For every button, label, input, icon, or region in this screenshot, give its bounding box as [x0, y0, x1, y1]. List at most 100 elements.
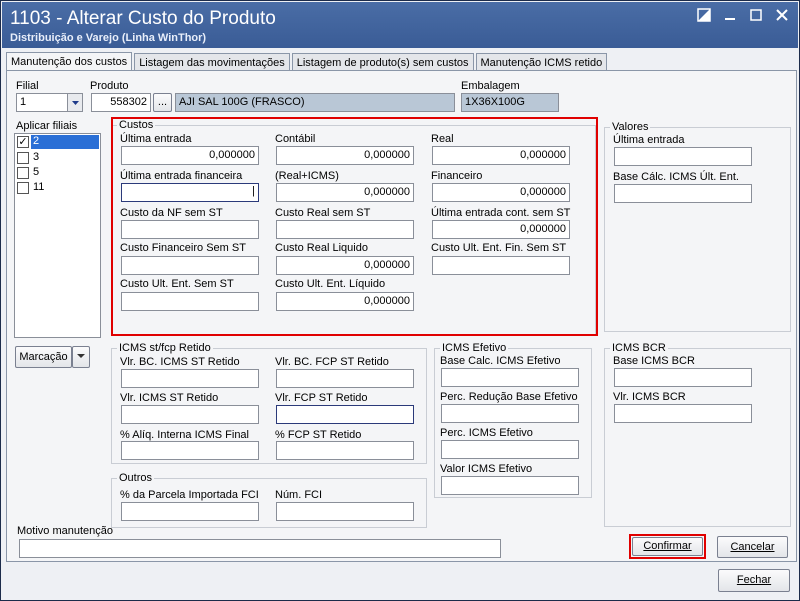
filial-item-label: 2: [31, 135, 99, 149]
produto-label: Produto: [90, 80, 129, 92]
base-calc-icms-field[interactable]: [614, 184, 752, 203]
icms-st-title: ICMS st/fcp Retido: [117, 342, 213, 354]
valores-ultima-entrada-label: Última entrada: [613, 134, 685, 146]
base-calc-efetivo-label: Base Calc. ICMS Efetivo: [440, 355, 561, 367]
filial-select[interactable]: 1: [16, 93, 83, 112]
custo-ult-ent-liquido-label: Custo Ult. Ent. Líquido: [275, 278, 386, 290]
tab-manutencao-icms-retido[interactable]: Manutenção ICMS retido: [475, 53, 608, 71]
filial-item-label: 11: [33, 181, 45, 193]
contabil-field[interactable]: 0,000000: [276, 146, 414, 165]
custo-ult-ent-sem-st-field[interactable]: [121, 292, 259, 311]
filial-item-label: 3: [33, 151, 40, 163]
vlr-bc-icms-st-label: Vlr. BC. ICMS ST Retido: [120, 356, 240, 368]
embalagem-field: 1X36X100G: [461, 93, 559, 112]
icms-efetivo-title: ICMS Efetivo: [440, 342, 509, 354]
custo-real-sem-st-label: Custo Real sem ST: [275, 207, 371, 219]
maximize-icon[interactable]: [748, 8, 764, 24]
icms-bcr-title: ICMS BCR: [610, 342, 668, 354]
custo-real-liquido-label: Custo Real Liquido: [275, 242, 368, 254]
ultima-entrada-fin-label: Última entrada financeira: [120, 170, 243, 182]
custo-real-sem-st-field[interactable]: [276, 220, 414, 239]
tab-listagem-movimentacoes[interactable]: Listagem das movimentações: [134, 53, 290, 71]
ultima-entrada-field[interactable]: 0,000000: [121, 146, 259, 165]
filial-label: Filial: [16, 80, 39, 92]
vlr-icms-st-field[interactable]: [121, 405, 259, 424]
custo-real-liquido-field[interactable]: 0,000000: [276, 256, 414, 275]
tab-manutencao-custos[interactable]: Manutenção dos custos: [6, 52, 133, 71]
financeiro-field[interactable]: 0,000000: [432, 183, 570, 202]
financeiro-label: Financeiro: [431, 170, 483, 182]
valores-ultima-entrada-field[interactable]: [614, 147, 752, 166]
list-item[interactable]: 11: [16, 181, 99, 196]
minimize-icon[interactable]: [722, 8, 738, 24]
chevron-down-icon: [77, 354, 85, 358]
valor-icms-efetivo-field[interactable]: [441, 476, 579, 495]
parcela-importada-label: % da Parcela Importada FCI: [120, 489, 259, 501]
fcp-st-label: % FCP ST Retido: [275, 429, 362, 441]
custo-ult-ent-fin-sem-st-field[interactable]: [432, 256, 570, 275]
vlr-fcp-st-label: Vlr. FCP ST Retido: [275, 392, 368, 404]
checkbox[interactable]: [17, 167, 29, 179]
filiais-list[interactable]: ✓ 2 3 5 11: [14, 133, 101, 338]
ult-entrada-cont-sem-st-field[interactable]: 0,000000: [432, 220, 570, 239]
perc-reducao-field[interactable]: [441, 404, 579, 423]
perc-icms-efetivo-field[interactable]: [441, 440, 579, 459]
tab-listagem-produtos-sem-custos[interactable]: Listagem de produto(s) sem custos: [291, 53, 474, 71]
custo-nf-sem-st-label: Custo da NF sem ST: [120, 207, 223, 219]
vlr-bc-fcp-st-label: Vlr. BC. FCP ST Retido: [275, 356, 389, 368]
tab-bar: Manutenção dos custos Listagem das movim…: [6, 52, 609, 71]
aliq-interna-field[interactable]: [121, 441, 259, 460]
valores-title: Valores: [610, 121, 651, 133]
real-icms-field[interactable]: 0,000000: [276, 183, 414, 202]
ultima-entrada-label: Última entrada: [120, 133, 192, 145]
base-calc-efetivo-field[interactable]: [441, 368, 579, 387]
parcela-importada-field[interactable]: [121, 502, 259, 521]
vlr-bc-fcp-st-field[interactable]: [276, 369, 414, 388]
filial-item-label: 5: [33, 166, 40, 178]
base-icms-bcr-field[interactable]: [614, 368, 752, 387]
custo-fin-sem-st-field[interactable]: [121, 256, 259, 275]
motivo-field[interactable]: [19, 539, 501, 558]
window-subtitle: Distribuição e Varejo (Linha WinThor): [10, 32, 207, 44]
num-fci-field[interactable]: [276, 502, 414, 521]
perc-icms-efetivo-label: Perc. ICMS Efetivo: [440, 427, 533, 439]
filial-value: 1: [20, 96, 27, 108]
marcacao-button[interactable]: Marcação: [15, 346, 72, 368]
base-icms-bcr-label: Base ICMS BCR: [613, 355, 695, 367]
outros-title: Outros: [117, 472, 155, 484]
marcacao-dropdown-button[interactable]: [72, 346, 90, 368]
list-item[interactable]: 5: [16, 166, 99, 181]
fechar-button[interactable]: Fechar: [718, 569, 790, 592]
checkbox[interactable]: [17, 182, 29, 194]
custo-nf-sem-st-field[interactable]: [121, 220, 259, 239]
produto-code-field[interactable]: 558302: [91, 93, 151, 112]
ultima-entrada-fin-field[interactable]: |: [121, 183, 259, 202]
check-icon[interactable]: ✓: [17, 136, 29, 148]
list-item[interactable]: 3: [16, 151, 99, 166]
valor-icms-efetivo-label: Valor ICMS Efetivo: [440, 463, 533, 475]
custo-ult-ent-fin-sem-st-label: Custo Ult. Ent. Fin. Sem ST: [431, 242, 567, 254]
vlr-icms-bcr-label: Vlr. ICMS BCR: [613, 391, 686, 403]
chevron-down-icon[interactable]: [67, 94, 82, 111]
restore-icon[interactable]: [696, 8, 712, 24]
real-icms-label: (Real+ICMS): [275, 170, 339, 182]
custo-ult-ent-sem-st-label: Custo Ult. Ent. Sem ST: [120, 278, 234, 290]
vlr-bc-icms-st-field[interactable]: [121, 369, 259, 388]
vlr-fcp-st-field[interactable]: [276, 405, 414, 424]
embalagem-label: Embalagem: [461, 80, 520, 92]
close-icon[interactable]: [774, 8, 790, 24]
checkbox[interactable]: [17, 152, 29, 164]
vlr-icms-bcr-field[interactable]: [614, 404, 752, 423]
window-title: 1103 - Alterar Custo do Produto: [10, 8, 276, 29]
produto-browse-button[interactable]: ...: [153, 93, 172, 112]
confirmar-button[interactable]: Confirmar: [632, 537, 703, 556]
custo-ult-ent-liquido-field[interactable]: 0,000000: [276, 292, 414, 311]
ult-entrada-cont-sem-st-label: Última entrada cont. sem ST: [431, 207, 571, 219]
fcp-st-field[interactable]: [276, 441, 414, 460]
vlr-icms-st-label: Vlr. ICMS ST Retido: [120, 392, 219, 404]
real-field[interactable]: 0,000000: [432, 146, 570, 165]
produto-description-field: AJI SAL 100G (FRASCO): [175, 93, 455, 112]
tab-panel: Filial 1 Produto 558302 ... AJI SAL 100G…: [6, 70, 797, 562]
cancelar-button[interactable]: Cancelar: [717, 536, 788, 558]
list-item[interactable]: ✓ 2: [16, 135, 99, 150]
